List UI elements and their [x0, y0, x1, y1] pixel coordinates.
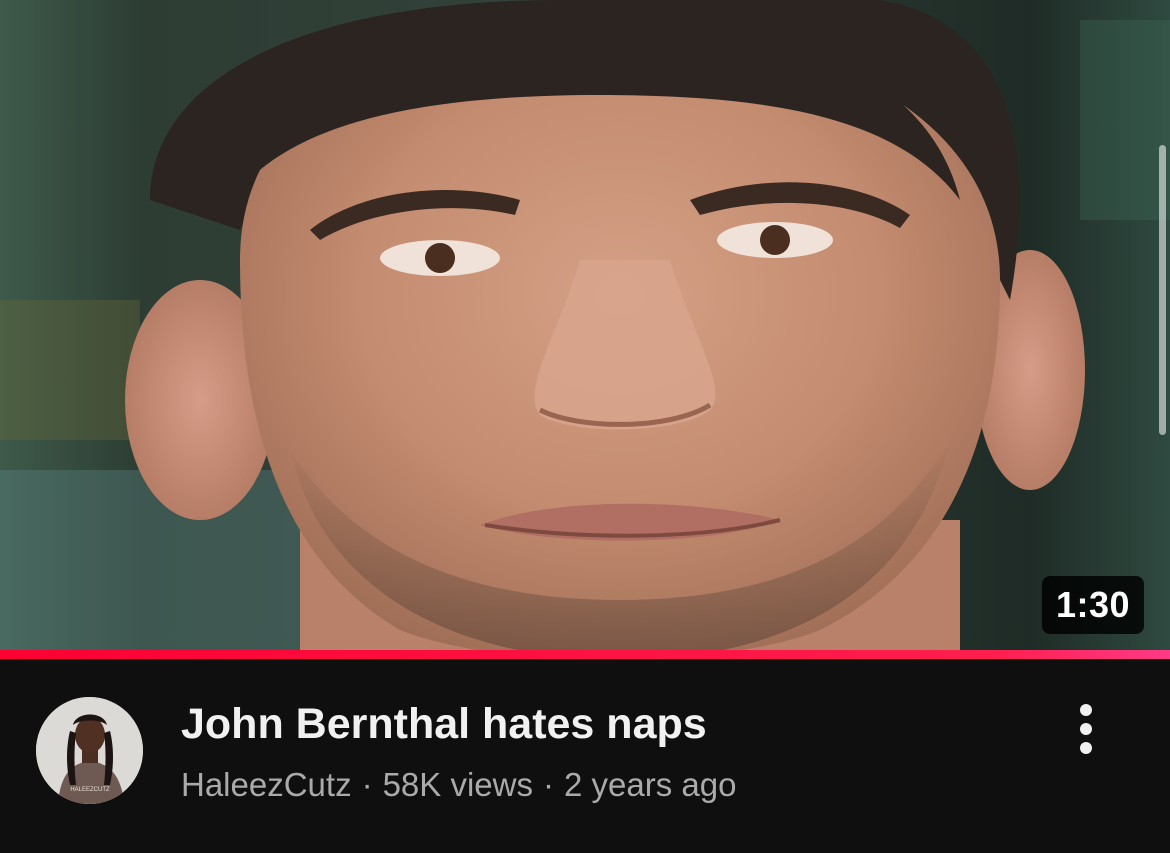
upload-age: 2 years ago: [563, 766, 737, 803]
channel-avatar[interactable]: HALEEZCUTZ: [36, 697, 143, 804]
separator: ·: [361, 766, 373, 803]
thumbnail-image: [0, 0, 1170, 650]
scroll-indicator[interactable]: [1159, 145, 1166, 435]
video-subline: HaleezCutz · 58K views · 2 years ago: [181, 763, 736, 807]
dot: [1080, 704, 1092, 716]
dot: [1080, 723, 1092, 735]
channel-name[interactable]: HaleezCutz: [181, 766, 352, 803]
watch-progress-fill: [0, 650, 1170, 659]
view-count: 58K views: [382, 766, 533, 803]
more-vert-icon[interactable]: [1062, 701, 1110, 757]
duration-badge: 1:30: [1041, 576, 1144, 634]
video-metadata: HALEEZCUTZ John Bernthal hates naps Hale…: [0, 659, 1170, 853]
video-card[interactable]: 1:30 HALEEZCUTZ John Bernthal hates naps…: [0, 0, 1170, 853]
avatar-image: HALEEZCUTZ: [36, 697, 143, 804]
watch-progress-bar: [0, 650, 1170, 659]
svg-text:HALEEZCUTZ: HALEEZCUTZ: [70, 787, 110, 793]
video-thumbnail[interactable]: 1:30: [0, 0, 1170, 650]
dot: [1080, 742, 1092, 754]
separator: ·: [542, 766, 554, 803]
video-title[interactable]: John Bernthal hates naps: [181, 697, 707, 751]
